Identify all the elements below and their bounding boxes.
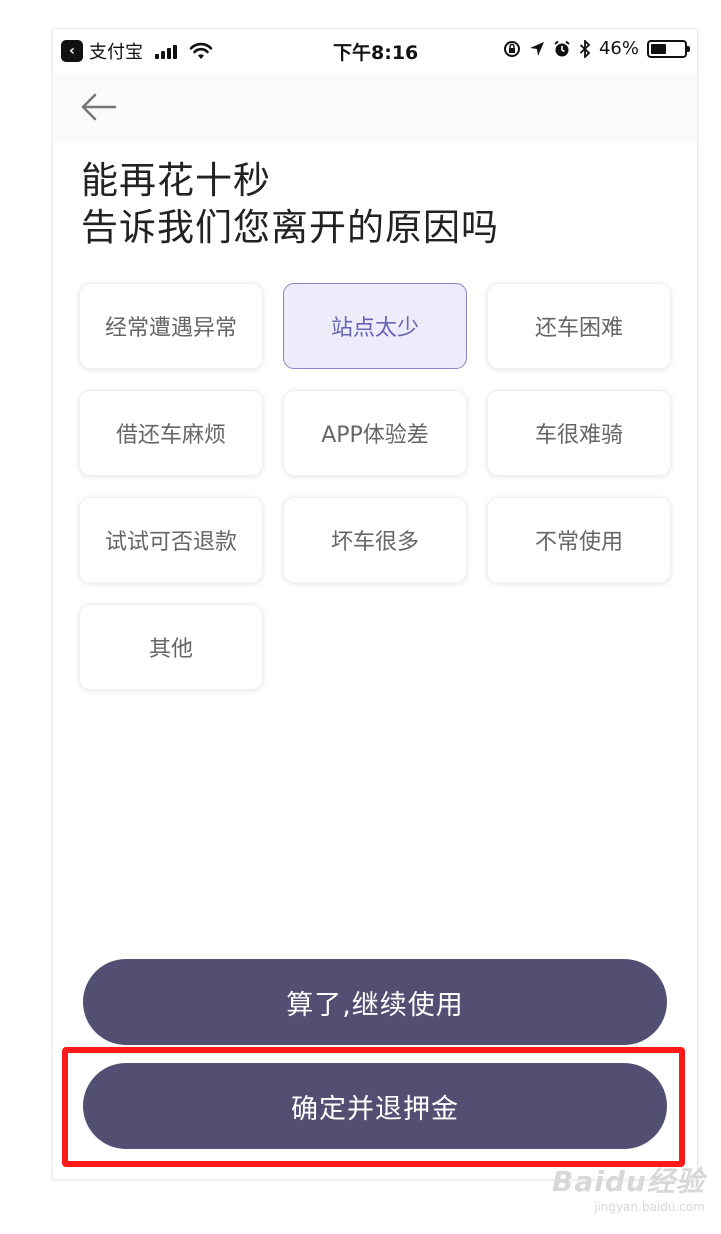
- confirm-refund-deposit-button[interactable]: 确定并退押金: [83, 1063, 667, 1149]
- continue-using-button[interactable]: 算了,继续使用: [83, 959, 667, 1045]
- reason-chip[interactable]: 车很难骑: [487, 390, 671, 476]
- rotation-lock-icon: [503, 40, 520, 57]
- battery-percent: 46%: [598, 38, 639, 59]
- status-bar: ‹ 支付宝 下午8:16 46%: [53, 29, 697, 73]
- source-app-name[interactable]: 支付宝: [89, 38, 143, 64]
- wifi-icon: [189, 42, 213, 59]
- reason-chip[interactable]: 其他: [79, 604, 263, 690]
- reason-chip[interactable]: APP体验差: [283, 390, 467, 476]
- status-time: 下午8:16: [333, 42, 419, 64]
- location-icon: [529, 41, 544, 56]
- watermark-logo: Baidu经验: [552, 1165, 705, 1198]
- title-line-2: 告诉我们您离开的原因吗: [81, 206, 499, 249]
- status-bar-right: 46%: [503, 38, 690, 59]
- reason-chip[interactable]: 还车困难: [487, 283, 671, 369]
- reason-chip[interactable]: 坏车很多: [283, 497, 467, 583]
- reason-chip[interactable]: 不常使用: [487, 497, 671, 583]
- nav-bar: [53, 73, 697, 143]
- page-title: 能再花十秒 告诉我们您离开的原因吗: [81, 157, 499, 251]
- back-arrow-icon[interactable]: [77, 87, 121, 127]
- reason-grid: 经常遭遇异常 站点太少 还车困难 借还车麻烦 APP体验差 车很难骑 试试可否退…: [79, 283, 671, 690]
- bluetooth-icon: [579, 39, 591, 58]
- status-bar-left: ‹ 支付宝: [61, 38, 213, 64]
- watermark-url: jingyan.baidu.com: [594, 1200, 705, 1214]
- battery-icon: [647, 39, 690, 58]
- reason-chip[interactable]: 站点太少: [283, 283, 467, 369]
- alarm-icon: [554, 40, 570, 56]
- cellular-signal-icon: [155, 43, 177, 59]
- back-to-app-icon[interactable]: ‹: [61, 40, 83, 62]
- phone-screen: ‹ 支付宝 下午8:16 46% 能再花十秒 告诉我们您离开的原因吗 经常遭遇异…: [52, 28, 698, 1180]
- watermark: Baidu经验 jingyan.baidu.com: [552, 1160, 705, 1214]
- title-line-1: 能再花十秒: [81, 159, 271, 202]
- reason-chip[interactable]: 经常遭遇异常: [79, 283, 263, 369]
- reason-chip[interactable]: 借还车麻烦: [79, 390, 263, 476]
- reason-chip[interactable]: 试试可否退款: [79, 497, 263, 583]
